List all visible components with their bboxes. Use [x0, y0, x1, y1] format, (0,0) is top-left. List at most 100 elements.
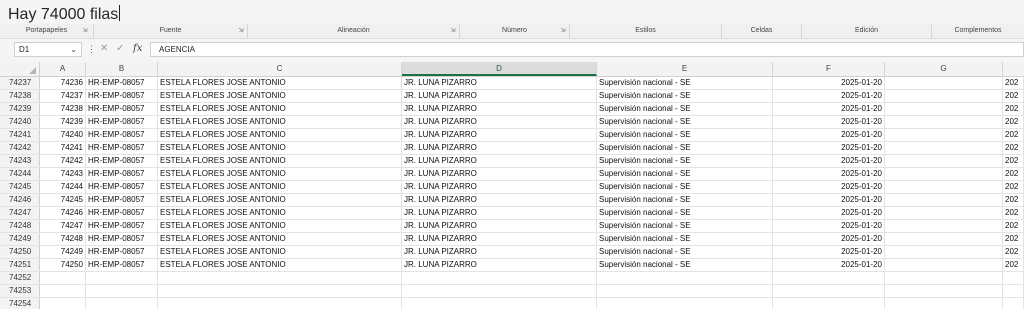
cell-f[interactable]: 2025-01-20 [773, 142, 885, 154]
cell-d[interactable]: JR. LUNA PIZARRO [402, 259, 597, 271]
dialog-launcher-icon[interactable]: ⇲ [450, 28, 456, 34]
cell-e[interactable]: Supervisión nacional - SE [597, 90, 773, 102]
column-header-a[interactable]: A [40, 62, 86, 76]
cell-h[interactable]: 202 [1003, 168, 1024, 180]
cell-b[interactable]: HR-EMP-08057 [86, 220, 158, 232]
cell-e[interactable]: Supervisión nacional - SE [597, 129, 773, 141]
cell-f[interactable]: 2025-01-20 [773, 220, 885, 232]
cell-d[interactable] [402, 298, 597, 309]
cell-a[interactable]: 74250 [40, 259, 86, 271]
cell-b[interactable]: HR-EMP-08057 [86, 142, 158, 154]
cell-b[interactable]: HR-EMP-08057 [86, 194, 158, 206]
cell-g[interactable] [885, 220, 1003, 232]
cell-d[interactable]: JR. LUNA PIZARRO [402, 246, 597, 258]
cell-f[interactable]: 2025-01-20 [773, 194, 885, 206]
ribbon-group-numero[interactable]: Número ⇲ [460, 24, 570, 38]
cell-e[interactable]: Supervisión nacional - SE [597, 168, 773, 180]
cell-e[interactable] [597, 298, 773, 309]
cell-e[interactable]: Supervisión nacional - SE [597, 207, 773, 219]
cell-a[interactable]: 74246 [40, 207, 86, 219]
cell-f[interactable]: 2025-01-20 [773, 155, 885, 167]
cell-e[interactable] [597, 285, 773, 297]
cell-h[interactable]: 202 [1003, 142, 1024, 154]
cell-f[interactable]: 2025-01-20 [773, 116, 885, 128]
cell-f[interactable]: 2025-01-20 [773, 90, 885, 102]
cell-b[interactable]: HR-EMP-08057 [86, 155, 158, 167]
cell-d[interactable]: JR. LUNA PIZARRO [402, 129, 597, 141]
cell-c[interactable]: ESTELA FLORES JOSE ANTONIO [158, 168, 402, 180]
cell-a[interactable] [40, 285, 86, 297]
select-all-corner[interactable] [0, 62, 40, 76]
cell-d[interactable]: JR. LUNA PIZARRO [402, 155, 597, 167]
cell-a[interactable]: 74242 [40, 155, 86, 167]
dialog-launcher-icon[interactable]: ⇲ [560, 28, 566, 34]
cell-b[interactable] [86, 272, 158, 284]
column-header-c[interactable]: C [158, 62, 402, 76]
cell-f[interactable]: 2025-01-20 [773, 129, 885, 141]
insert-function-icon[interactable]: fx [133, 43, 142, 54]
cell-c[interactable]: ESTELA FLORES JOSE ANTONIO [158, 194, 402, 206]
cell-h[interactable] [1003, 272, 1024, 284]
cell-e[interactable]: Supervisión nacional - SE [597, 103, 773, 115]
cell-a[interactable]: 74238 [40, 103, 86, 115]
select-all-icon[interactable] [29, 67, 36, 74]
cell-g[interactable] [885, 155, 1003, 167]
column-header-d[interactable]: D [402, 62, 597, 76]
column-header-e[interactable]: E [597, 62, 773, 76]
row-header[interactable]: 74251 [0, 259, 40, 271]
cell-c[interactable]: ESTELA FLORES JOSE ANTONIO [158, 246, 402, 258]
ribbon-group-fuente[interactable]: Fuente ⇲ [94, 24, 248, 38]
cell-g[interactable] [885, 194, 1003, 206]
cell-f[interactable]: 2025-01-20 [773, 181, 885, 193]
row-header[interactable]: 74250 [0, 246, 40, 258]
cell-e[interactable]: Supervisión nacional - SE [597, 259, 773, 271]
row-header[interactable]: 74252 [0, 272, 40, 284]
cell-a[interactable]: 74249 [40, 246, 86, 258]
formula-input[interactable]: AGENCIA [150, 42, 1024, 57]
cell-a[interactable] [40, 298, 86, 309]
cell-d[interactable]: JR. LUNA PIZARRO [402, 90, 597, 102]
cell-e[interactable]: Supervisión nacional - SE [597, 246, 773, 258]
cell-d[interactable]: JR. LUNA PIZARRO [402, 77, 597, 89]
cell-b[interactable]: HR-EMP-08057 [86, 181, 158, 193]
cell-b[interactable]: HR-EMP-08057 [86, 90, 158, 102]
cell-g[interactable] [885, 181, 1003, 193]
cell-g[interactable] [885, 142, 1003, 154]
cell-f[interactable] [773, 298, 885, 309]
cell-h[interactable]: 202 [1003, 77, 1024, 89]
cell-d[interactable]: JR. LUNA PIZARRO [402, 116, 597, 128]
cell-a[interactable]: 74248 [40, 233, 86, 245]
cell-d[interactable]: JR. LUNA PIZARRO [402, 194, 597, 206]
row-header[interactable]: 74245 [0, 181, 40, 193]
cell-a[interactable]: 74245 [40, 194, 86, 206]
row-header[interactable]: 74240 [0, 116, 40, 128]
cell-f[interactable]: 2025-01-20 [773, 168, 885, 180]
cell-f[interactable] [773, 285, 885, 297]
cell-h[interactable]: 202 [1003, 103, 1024, 115]
cell-f[interactable]: 2025-01-20 [773, 207, 885, 219]
column-header-b[interactable]: B [86, 62, 158, 76]
cell-e[interactable] [597, 272, 773, 284]
cell-d[interactable]: JR. LUNA PIZARRO [402, 103, 597, 115]
ribbon-group-estilos[interactable]: Estilos [570, 24, 722, 38]
cell-c[interactable]: ESTELA FLORES JOSE ANTONIO [158, 90, 402, 102]
more-options-icon[interactable]: ⋮ [87, 44, 96, 55]
cell-d[interactable] [402, 285, 597, 297]
cell-c[interactable]: ESTELA FLORES JOSE ANTONIO [158, 103, 402, 115]
cell-g[interactable] [885, 259, 1003, 271]
dialog-launcher-icon[interactable]: ⇲ [238, 28, 244, 34]
cell-c[interactable]: ESTELA FLORES JOSE ANTONIO [158, 77, 402, 89]
cell-c[interactable]: ESTELA FLORES JOSE ANTONIO [158, 116, 402, 128]
cell-c[interactable] [158, 285, 402, 297]
cell-b[interactable] [86, 285, 158, 297]
cell-c[interactable]: ESTELA FLORES JOSE ANTONIO [158, 142, 402, 154]
cell-g[interactable] [885, 90, 1003, 102]
row-header[interactable]: 74243 [0, 155, 40, 167]
cell-h[interactable]: 202 [1003, 220, 1024, 232]
cell-h[interactable] [1003, 298, 1024, 309]
cell-a[interactable]: 74239 [40, 116, 86, 128]
cell-g[interactable] [885, 103, 1003, 115]
cell-a[interactable]: 74241 [40, 142, 86, 154]
cell-b[interactable]: HR-EMP-08057 [86, 129, 158, 141]
row-header[interactable]: 74244 [0, 168, 40, 180]
